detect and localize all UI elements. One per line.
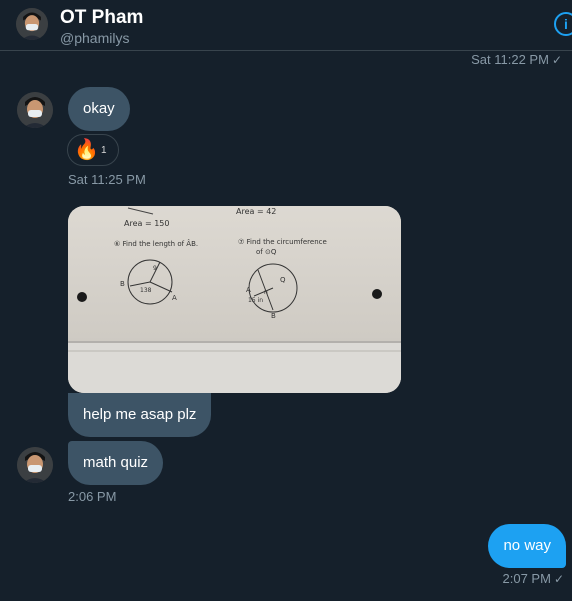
message-timestamp-top: Sat 11:22 PM ✓ (471, 52, 562, 67)
photo-label-a2: A (246, 286, 251, 294)
message-bubble-own[interactable]: no way (488, 524, 566, 568)
header-display-name[interactable]: OT Pham (60, 7, 143, 29)
fire-emoji-icon: 🔥 (74, 139, 99, 161)
photo-label-q: Q (280, 276, 286, 284)
read-check-icon: ✓ (553, 572, 564, 586)
timestamp-text: 2:07 PM (502, 571, 551, 586)
sender-avatar[interactable] (17, 92, 53, 128)
read-check-icon: ✓ (551, 53, 562, 67)
header-avatar[interactable] (16, 8, 48, 40)
worksheet-photo: Area = 150 Area = 42 ⑥ Find the length o… (68, 206, 401, 393)
photo-text-area-left: Area = 150 (124, 219, 169, 228)
photo-label-n: n (264, 289, 268, 296)
avatar-image (17, 92, 53, 128)
photo-text-q7b: of ⊙Q (256, 248, 277, 256)
conversation-header: OT Pham @phamilys i (0, 0, 572, 51)
photo-label-b: B (120, 280, 125, 288)
header-handle: @phamilys (60, 30, 130, 46)
reaction-badge[interactable]: 🔥 1 (67, 134, 119, 166)
info-icon[interactable]: i (554, 12, 572, 36)
timestamp-text: Sat 11:22 PM (471, 52, 549, 67)
photo-text-q7: ⑦ Find the circumference (238, 238, 327, 246)
photo-text-area-right: Area = 42 (236, 207, 276, 216)
message-timestamp-own: 2:07 PM ✓ (503, 571, 564, 586)
photo-text-q6: ⑥ Find the length of ÂB. (114, 239, 198, 248)
photo-label-15in: 15 in (248, 297, 263, 304)
message-timestamp-okay: Sat 11:25 PM (68, 172, 146, 187)
avatar-image (17, 447, 53, 483)
photo-label-9: 9 (153, 265, 157, 272)
message-timestamp-quiz: 2:06 PM (68, 489, 117, 504)
message-bubble-help[interactable]: help me asap plz (68, 393, 212, 437)
image-attachment[interactable]: Area = 150 Area = 42 ⑥ Find the length o… (68, 206, 401, 393)
photo-label-138: 138 (140, 287, 152, 294)
message-bubble-math-quiz[interactable]: math quiz (68, 441, 164, 485)
message-bubble-okay[interactable]: okay (68, 87, 130, 131)
avatar-image (16, 8, 48, 40)
photo-label-b2: B (271, 312, 276, 320)
photo-label-a: A (172, 294, 177, 302)
reaction-count: 1 (101, 145, 107, 156)
sender-avatar[interactable] (17, 447, 53, 483)
